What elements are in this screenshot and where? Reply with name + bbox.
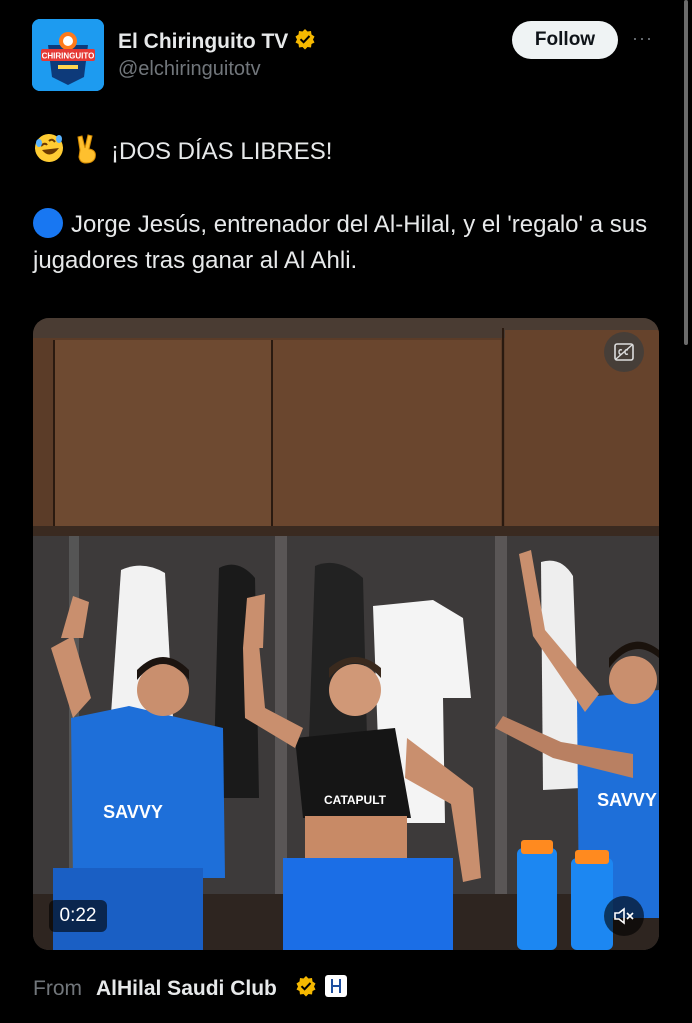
left-shirt-sponsor: SAVVY bbox=[103, 802, 163, 822]
chiringuito-logo: CHIRINGUITO bbox=[32, 19, 104, 91]
avatar-logo-text: CHIRINGUITO bbox=[42, 52, 95, 61]
rolling-laughing-emoji-icon bbox=[33, 132, 65, 171]
mute-toggle-button[interactable] bbox=[604, 896, 644, 936]
blue-circle-emoji-icon bbox=[33, 208, 63, 238]
account-name-row[interactable]: El Chiringuito TV bbox=[118, 28, 316, 55]
video-player[interactable]: SAVVY CATAPULT SAVVY bbox=[33, 318, 659, 950]
video-source-name[interactable]: AlHilal Saudi Club bbox=[96, 977, 277, 1001]
verified-badge-icon bbox=[295, 975, 317, 1002]
verified-badge-icon bbox=[294, 28, 316, 55]
vest-brand-text: CATAPULT bbox=[324, 793, 387, 807]
from-label: From bbox=[33, 976, 82, 1000]
tweet-body: Jorge Jesús, entrenador del Al-Hilal, y … bbox=[33, 207, 663, 279]
video-frame: SAVVY CATAPULT SAVVY bbox=[33, 318, 659, 950]
follow-button[interactable]: Follow bbox=[512, 21, 618, 59]
tweet-headline: ¡DOS DÍAS LIBRES! bbox=[111, 137, 333, 165]
captions-button[interactable] bbox=[604, 332, 644, 372]
account-name[interactable]: El Chiringuito TV bbox=[118, 30, 288, 54]
more-options-icon[interactable]: ··· bbox=[632, 28, 653, 49]
account-avatar[interactable]: CHIRINGUITO bbox=[32, 19, 104, 91]
captions-icon bbox=[614, 343, 634, 361]
victory-hand-emoji-icon bbox=[73, 132, 103, 171]
club-crest-icon bbox=[324, 975, 347, 1002]
video-source-row: From AlHilal Saudi Club bbox=[33, 975, 347, 1002]
tweet-headline-line: ¡DOS DÍAS LIBRES! bbox=[33, 132, 332, 171]
video-duration-badge: 0:22 bbox=[49, 900, 107, 932]
volume-muted-icon bbox=[614, 907, 634, 925]
account-handle[interactable]: @elchiringuitotv bbox=[118, 58, 261, 81]
tweet-body-text: Jorge Jesús, entrenador del Al-Hilal, y … bbox=[33, 211, 648, 274]
right-shirt-sponsor: SAVVY bbox=[597, 790, 657, 810]
scrollbar[interactable] bbox=[684, 0, 688, 345]
